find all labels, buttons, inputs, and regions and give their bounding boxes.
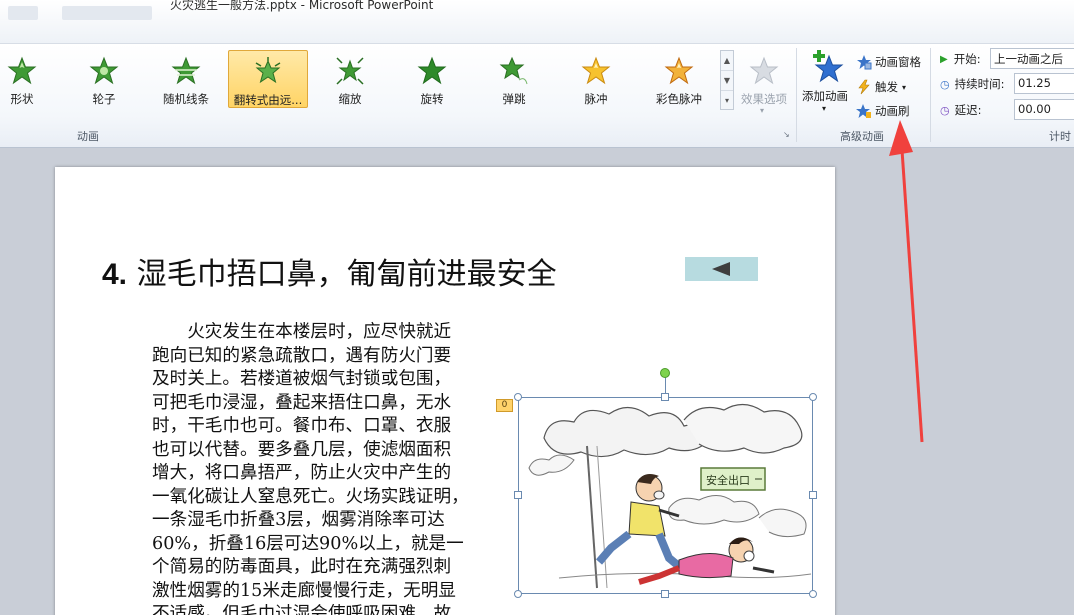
start-row: ▶ 开始: 上一动画之后 <box>940 48 1074 70</box>
trigger-button[interactable]: 触发 ▾ <box>856 77 906 97</box>
add-animation-dropdown-icon: ▾ <box>822 104 827 113</box>
gallery-down-icon[interactable]: ▼ <box>721 71 733 91</box>
star-green-spin-icon <box>417 56 447 85</box>
dialog-launcher-icon[interactable]: ↘ <box>783 130 790 139</box>
slide-canvas[interactable]: 4. 湿毛巾捂口鼻，匍匐前进最安全 火灾发生在本楼层时，应尽快就近 跑向已知的紧… <box>55 167 835 615</box>
resize-handle-left[interactable] <box>514 491 522 499</box>
body-line: 也可以代替。要多叠几层，使滤烟面积 <box>152 439 452 460</box>
window-title: 火灾逃生一般方法.pptx - Microsoft PowerPoint <box>170 0 434 12</box>
body-line: 个简易的防毒面具，此时在充满强烈刺 <box>152 557 452 577</box>
body-line: 激性烟雾的15米走廊慢慢行走，无明显 <box>152 580 456 601</box>
body-line: 不适感。但毛巾过湿会使呼吸困难，故 <box>152 604 452 615</box>
effect-spin[interactable]: 旋转 <box>406 50 458 108</box>
start-select[interactable]: 上一动画之后 <box>990 48 1074 69</box>
animation-painter-icon <box>856 104 871 118</box>
gallery-up-icon[interactable]: ▲ <box>721 51 733 71</box>
title-number: 4. <box>102 258 128 291</box>
resize-handle-top-left[interactable] <box>514 393 522 401</box>
body-line: 60%，折叠16层可达90%以上，就是一 <box>152 533 464 554</box>
exit-sign-text: 安全出口 <box>706 473 750 487</box>
clock-icon: ◷ <box>940 77 950 91</box>
star-green-flip-icon <box>255 57 281 84</box>
group-separator <box>796 48 797 142</box>
star-green-bounce-icon <box>499 56 528 85</box>
delay-clock-icon: ◷ <box>940 103 950 117</box>
animation-group-label: 动画 <box>77 130 99 143</box>
escape-illustration[interactable]: 安全出口 <box>518 397 813 594</box>
body-line: 增大，将口鼻捂严，防止火灾中产生的 <box>152 463 452 483</box>
gallery-more-icon[interactable]: ▾ <box>721 91 733 111</box>
star-gray-options-icon <box>749 56 779 85</box>
effect-pulse[interactable]: 脉冲 <box>570 50 622 108</box>
animation-order-tag[interactable]: 0 <box>496 399 513 412</box>
back-triangle-icon <box>712 262 730 276</box>
delay-input[interactable]: 00.00 <box>1014 99 1074 120</box>
effect-flip-from-far[interactable]: 翻转式由远... <box>228 50 308 108</box>
effect-zoom[interactable]: 缩放 <box>324 50 376 108</box>
star-green-shape-icon <box>7 56 37 85</box>
duration-row: ◷ 持续时间: 01.25 <box>940 73 1074 95</box>
red-annotation-arrow <box>889 120 924 443</box>
back-action-button[interactable] <box>685 257 758 281</box>
body-line: 一氧化碳让人窒息死亡。火场实践证明， <box>152 486 469 507</box>
resize-handle-top-right[interactable] <box>809 393 817 401</box>
lightning-icon <box>858 79 870 95</box>
resize-handle-bottom-left[interactable] <box>514 590 522 598</box>
quick-access-toolbar[interactable] <box>8 6 38 20</box>
body-line: 跑向已知的紧急疏散口，遇有防火门要 <box>152 345 452 366</box>
duration-input[interactable]: 01.25 <box>1014 73 1074 94</box>
body-line: 一条湿毛巾折叠3层，烟雾消除率可达 <box>152 510 445 530</box>
quick-access-ghost <box>62 6 152 20</box>
add-animation-icon <box>813 50 844 83</box>
fire-escape-illustration: 安全出口 <box>528 403 812 589</box>
slide-title[interactable]: 4. 湿毛巾捂口鼻，匍匐前进最安全 <box>102 249 557 293</box>
effect-wheel[interactable]: 轮子 <box>74 50 134 108</box>
effect-options-button[interactable]: 效果选项 <box>738 50 790 108</box>
animation-gallery: 形状 轮子 随机线条 翻转式由远... 缩放 旋转 弹跳 脉冲 彩色脉冲 <box>0 50 720 110</box>
effect-shape[interactable]: 形状 <box>0 50 44 108</box>
rotation-handle[interactable] <box>660 368 670 378</box>
animation-pane-icon <box>857 55 872 70</box>
body-line: 时，干毛巾也可。餐巾布、口罩、衣服 <box>152 416 452 436</box>
effect-options-dropdown-icon: ▾ <box>760 106 765 115</box>
title-text: 湿毛巾捂口鼻，匍匐前进最安全 <box>136 257 557 292</box>
effect-bounce[interactable]: 弹跳 <box>488 50 540 108</box>
resize-handle-right[interactable] <box>809 491 817 499</box>
animation-pane-button[interactable]: 动画窗格 <box>856 52 921 72</box>
title-bar: 火灾逃生一般方法.pptx - Microsoft PowerPoint <box>0 0 1074 44</box>
body-line: 火灾发生在本楼层时，应尽快就近 <box>187 322 452 342</box>
body-text-box[interactable]: 火灾发生在本楼层时，应尽快就近 跑向已知的紧急疏散口，遇有防火门要 及时关上。若… <box>152 321 492 615</box>
timing-group-label: 计时 <box>1049 130 1071 143</box>
effect-color-pulse[interactable]: 彩色脉冲 <box>648 50 710 108</box>
resize-handle-bottom[interactable] <box>661 590 669 598</box>
play-icon: ▶ <box>940 53 948 65</box>
body-line: 可把毛巾浸湿，叠起来捂住口鼻，无水 <box>152 392 452 413</box>
trigger-dropdown-icon: ▾ <box>902 82 907 92</box>
star-green-lines-icon <box>171 56 201 85</box>
gallery-scrollbar[interactable]: ▲ ▼ ▾ <box>720 50 734 110</box>
star-green-wheel-icon <box>89 56 119 85</box>
star-gold-color-pulse-icon <box>664 56 694 85</box>
star-green-zoom-icon <box>336 57 364 85</box>
delay-row: ◷ 延迟: 00.00 <box>940 99 1074 121</box>
body-line: 及时关上。若楼道被烟气封锁或包围， <box>152 369 452 389</box>
resize-handle-bottom-right[interactable] <box>809 590 817 598</box>
star-gold-pulse-icon <box>581 56 611 85</box>
add-animation-button[interactable]: 添加动画 ▾ <box>800 48 852 124</box>
resize-handle-top[interactable] <box>661 393 669 401</box>
effect-random-bars[interactable]: 随机线条 <box>152 50 220 108</box>
